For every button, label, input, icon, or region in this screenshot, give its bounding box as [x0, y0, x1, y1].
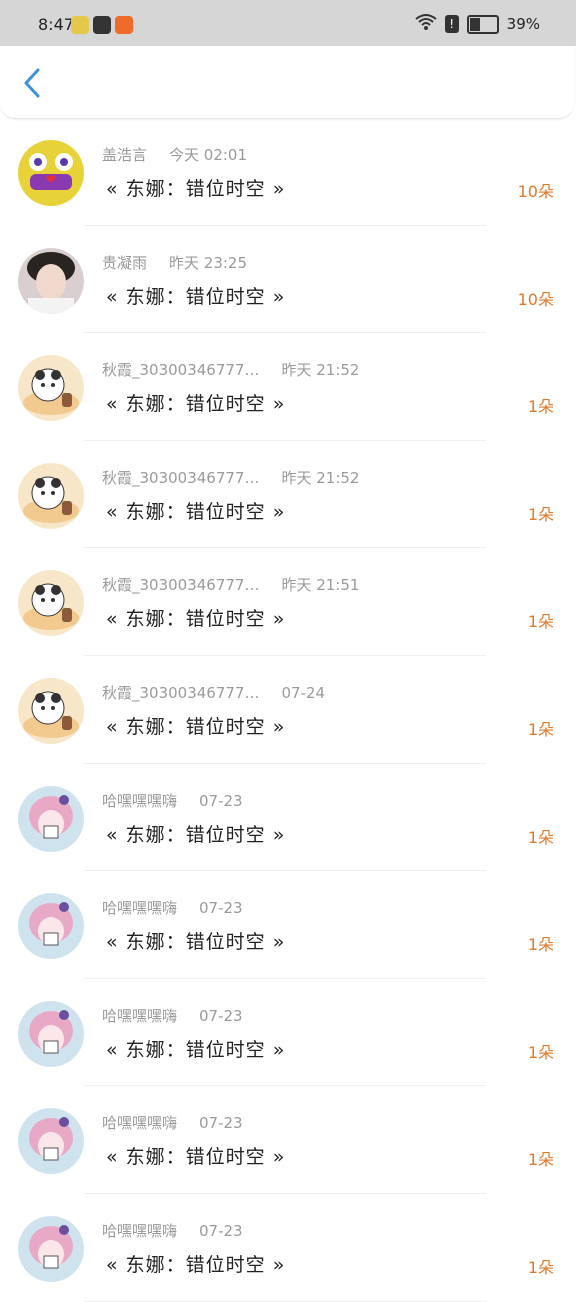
timestamp: 07-23	[199, 899, 243, 918]
status-time: 8:47	[38, 15, 74, 34]
back-button[interactable]	[18, 66, 46, 100]
book-title: « 东娜：错位时空 »	[106, 500, 286, 523]
row-meta: 哈嘿嘿嘿嗨 07-23	[102, 1112, 243, 1133]
book-title: « 东娜：错位时空 »	[106, 393, 286, 416]
book-title: « 东娜：错位时空 »	[106, 1253, 286, 1276]
list-item[interactable]: 秋霞_30300346777… 昨天 21:51 « 东娜：错位时空 » 1朵	[0, 548, 576, 656]
user-name[interactable]: 哈嘿嘿嘿嗨	[102, 899, 177, 917]
flower-count: 1朵	[527, 1257, 554, 1277]
flower-count: 1朵	[527, 719, 554, 739]
user-name[interactable]: 哈嘿嘿嘿嗨	[102, 1114, 177, 1132]
timestamp: 07-23	[199, 1114, 243, 1133]
list-item[interactable]: 盖浩言 今天 02:01 « 东娜：错位时空 » 10朵	[0, 118, 576, 226]
alert-icon: !	[444, 15, 459, 33]
book-title: « 东娜：错位时空 »	[106, 178, 286, 200]
user-name[interactable]: 秋霞_30300346777…	[102, 576, 259, 594]
notification-icons	[71, 16, 133, 34]
user-name[interactable]: 秋霞_30300346777…	[102, 361, 259, 379]
avatar[interactable]	[18, 677, 84, 744]
timestamp: 07-23	[199, 1006, 243, 1025]
avatar[interactable]	[18, 1000, 84, 1067]
list-item[interactable]: 秋霞_30300346777… 昨天 21:52 « 东娜：错位时空 » 1朵	[0, 441, 576, 549]
status-indicators: ! 39%	[415, 13, 540, 35]
user-name[interactable]: 哈嘿嘿嘿嗨	[102, 1007, 177, 1025]
flower-count: 10朵	[517, 182, 554, 201]
avatar[interactable]	[18, 247, 84, 314]
avatar[interactable]	[18, 785, 84, 852]
row-meta: 秋霞_30300346777… 昨天 21:52	[102, 467, 359, 488]
timestamp: 昨天 23:25	[169, 253, 248, 272]
top-bar	[0, 46, 574, 119]
list-item[interactable]: 哈嘿嘿嘿嗨 07-23 « 东娜：错位时空 » 1朵	[0, 979, 576, 1087]
row-meta: 哈嘿嘿嘿嗨 07-23	[102, 1220, 243, 1241]
user-name[interactable]: 秋霞_30300346777…	[102, 684, 259, 702]
book-title: « 东娜：错位时空 »	[106, 1038, 286, 1061]
book-title: « 东娜：错位时空 »	[106, 285, 286, 308]
row-meta: 哈嘿嘿嘿嗨 07-23	[102, 1005, 243, 1026]
bag-notification-icon	[93, 16, 111, 34]
user-name[interactable]: 秋霞_30300346777…	[102, 469, 259, 487]
avatar[interactable]	[18, 893, 84, 960]
list-item[interactable]: 哈嘿嘿嘿嗨 07-23 « 东娜：错位时空 » 1朵	[0, 1194, 576, 1302]
timestamp: 昨天 21:51	[281, 576, 360, 595]
list-item[interactable]: 秋霞_30300346777… 07-24 « 东娜：错位时空 » 1朵	[0, 656, 576, 764]
list-item[interactable]: 哈嘿嘿嘿嗨 07-23 « 东娜：错位时空 » 1朵	[0, 1086, 576, 1194]
flower-count: 10朵	[517, 289, 554, 309]
gift-record-list: 盖浩言 今天 02:01 « 东娜：错位时空 » 10朵 贵凝雨 昨天 23:25 « 东娜…	[0, 118, 576, 1302]
status-bar: 8:47 ! 39%	[0, 0, 576, 46]
row-meta: 盖浩言 今天 02:01	[102, 144, 247, 165]
battery-icon	[466, 14, 499, 34]
user-name[interactable]: 哈嘿嘿嘿嗨	[102, 1222, 177, 1240]
book-title: « 东娜：错位时空 »	[106, 823, 286, 846]
flower-count: 1朵	[527, 504, 554, 524]
avatar[interactable]	[18, 570, 84, 637]
avatar[interactable]	[18, 1108, 84, 1175]
flower-count: 1朵	[527, 397, 554, 417]
book-title: « 东娜：错位时空 »	[106, 1146, 286, 1169]
book-title: « 东娜：错位时空 »	[106, 608, 286, 631]
user-name[interactable]: 盖浩言	[102, 146, 147, 164]
row-meta: 秋霞_30300346777… 昨天 21:51	[102, 574, 359, 595]
list-item[interactable]: 哈嘿嘿嘿嗨 07-23 « 东娜：错位时空 » 1朵	[0, 871, 576, 979]
wifi-icon	[415, 13, 437, 35]
avatar[interactable]	[18, 1215, 84, 1282]
row-meta: 秋霞_30300346777… 昨天 21:52	[102, 359, 359, 380]
flower-count: 1朵	[527, 935, 554, 955]
row-meta: 哈嘿嘿嘿嗨 07-23	[102, 897, 243, 918]
flower-count: 1朵	[527, 1042, 554, 1062]
user-name[interactable]: 哈嘿嘿嘿嗨	[102, 792, 177, 810]
list-item[interactable]: 秋霞_30300346777… 昨天 21:52 « 东娜：错位时空 » 1朵	[0, 333, 576, 441]
timestamp: 07-23	[199, 791, 243, 810]
flower-count: 1朵	[527, 827, 554, 847]
timestamp: 07-24	[281, 683, 326, 702]
row-meta: 秋霞_30300346777… 07-24	[102, 682, 325, 703]
flower-count: 1朵	[527, 612, 554, 632]
avatar[interactable]	[18, 462, 84, 529]
timestamp: 昨天 21:52	[281, 468, 360, 487]
list-item[interactable]: 贵凝雨 昨天 23:25 « 东娜：错位时空 » 10朵	[0, 226, 576, 334]
timestamp: 昨天 21:52	[281, 361, 360, 380]
taobao-notification-icon	[115, 16, 133, 34]
battery-percent: 39%	[506, 15, 540, 33]
divider	[84, 1300, 486, 1302]
book-title: « 东娜：错位时空 »	[106, 931, 286, 954]
user-name[interactable]: 贵凝雨	[102, 254, 147, 272]
app-notification-icon	[71, 16, 89, 34]
avatar[interactable]	[18, 140, 84, 206]
flower-count: 1朵	[527, 1150, 554, 1170]
book-title: « 东娜：错位时空 »	[106, 715, 286, 738]
timestamp: 今天 02:01	[169, 146, 248, 164]
row-meta: 哈嘿嘿嘿嗨 07-23	[102, 790, 243, 811]
row-meta: 贵凝雨 昨天 23:25	[102, 252, 247, 273]
chevron-left-icon	[24, 68, 40, 98]
list-item[interactable]: 哈嘿嘿嘿嗨 07-23 « 东娜：错位时空 » 1朵	[0, 764, 576, 872]
avatar[interactable]	[18, 355, 84, 422]
timestamp: 07-23	[199, 1221, 243, 1240]
